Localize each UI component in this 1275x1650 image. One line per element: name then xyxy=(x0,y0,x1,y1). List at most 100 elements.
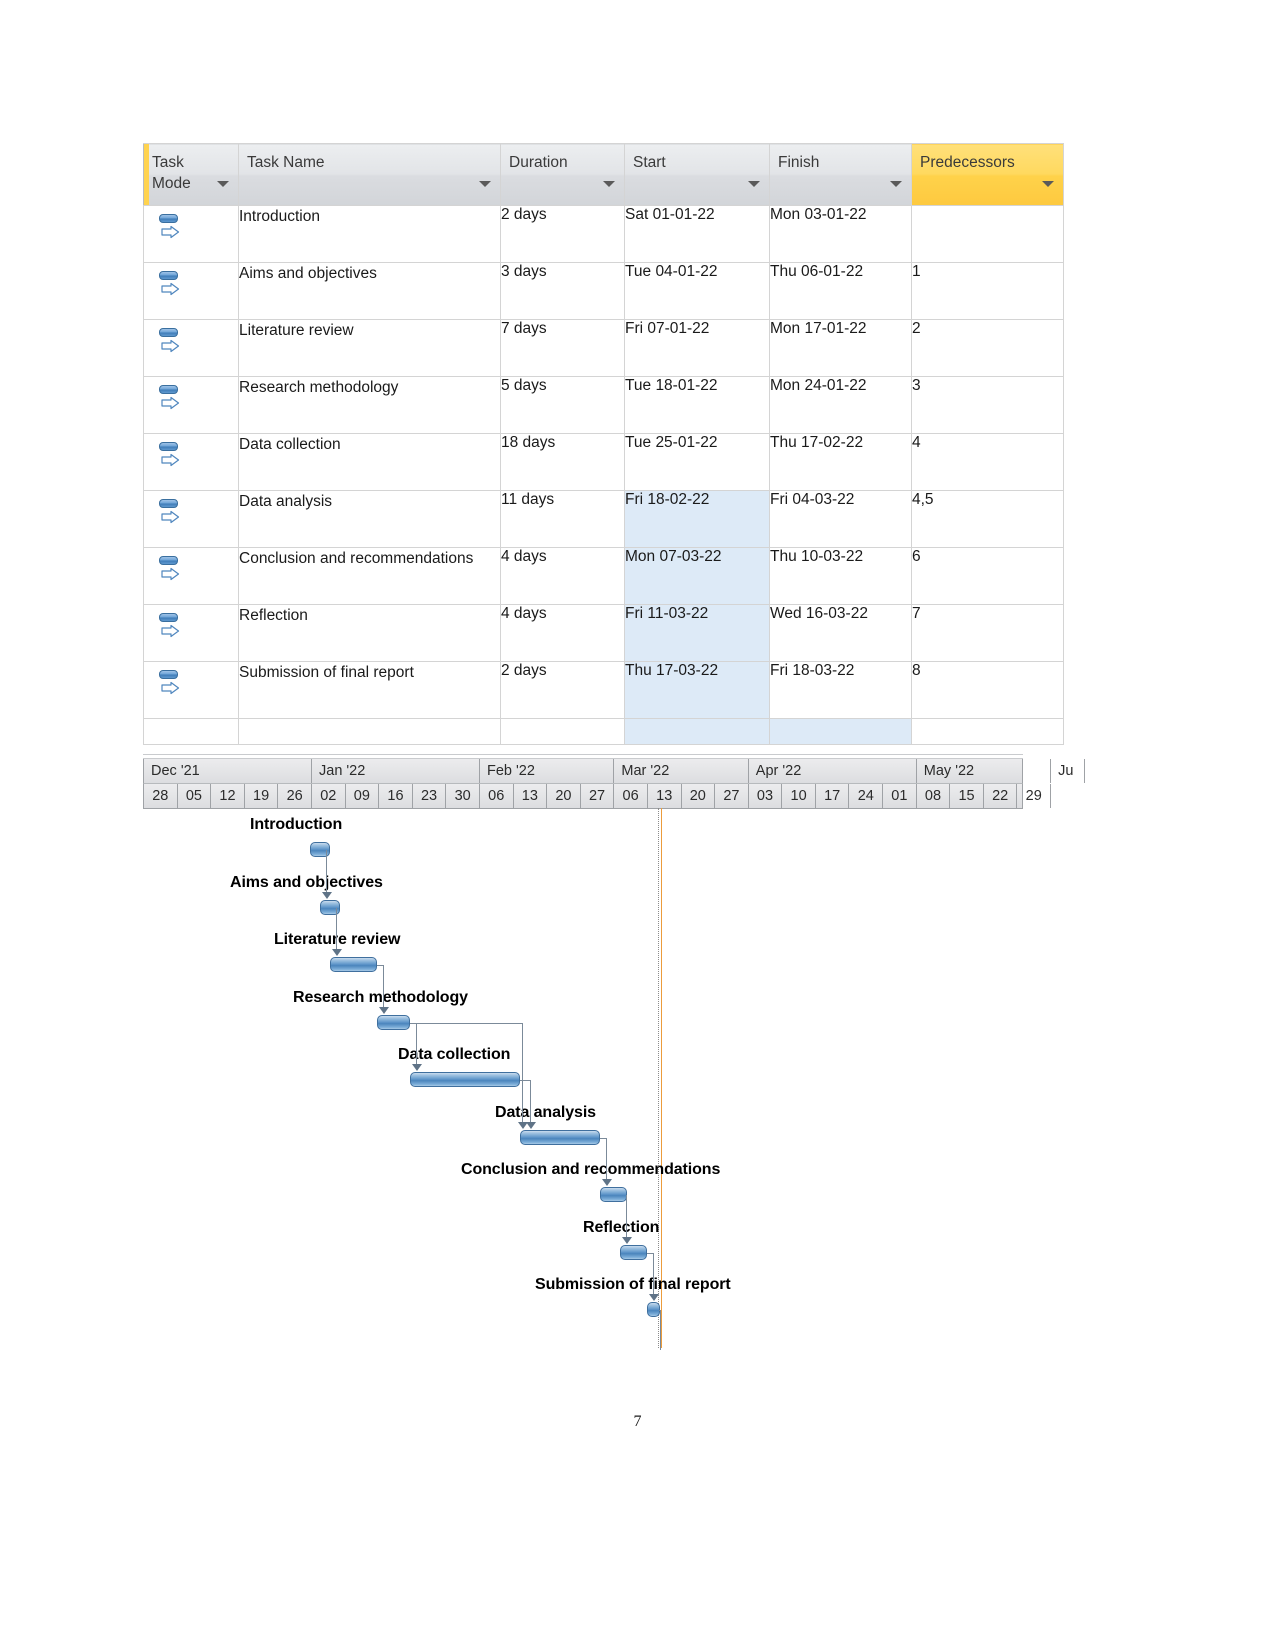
cell-predecessors[interactable]: 1 xyxy=(911,262,1064,320)
cell-finish[interactable]: Thu 17-02-22 xyxy=(769,433,912,491)
cell-duration[interactable]: 11 days xyxy=(500,490,625,548)
cell-task-name[interactable]: Conclusion and recommendations xyxy=(238,547,501,605)
gantt-bar[interactable] xyxy=(600,1187,627,1202)
cell-task-name[interactable]: Reflection xyxy=(238,604,501,662)
cell-predecessors[interactable]: 4,5 xyxy=(911,490,1064,548)
timeline-day: 13 xyxy=(648,784,682,808)
cell-start[interactable]: Sat 01-01-22 xyxy=(624,205,770,263)
column-header-finish-label: Finish xyxy=(778,154,820,171)
cell-duration[interactable]: 4 days xyxy=(500,604,625,662)
cell-duration[interactable]: 3 days xyxy=(500,262,625,320)
cell-task-mode[interactable] xyxy=(143,376,239,434)
gantt-bar[interactable] xyxy=(377,1014,410,1030)
cell-finish[interactable] xyxy=(769,718,912,745)
cell-task-mode[interactable] xyxy=(143,490,239,548)
cell-duration[interactable] xyxy=(500,718,625,745)
cell-task-name[interactable]: Literature review xyxy=(238,319,501,377)
cell-start[interactable]: Thu 17-03-22 xyxy=(624,661,770,719)
gantt-bar-label: Reflection xyxy=(583,1218,660,1236)
cell-task-mode[interactable] xyxy=(143,718,239,745)
cell-task-name[interactable]: Submission of final report xyxy=(238,661,501,719)
gantt-bar[interactable] xyxy=(620,1244,647,1260)
cell-predecessors[interactable]: 2 xyxy=(911,319,1064,377)
dependency-link xyxy=(383,965,384,1008)
gantt-bar-label: Data collection xyxy=(398,1046,511,1063)
table-row[interactable]: Literature review 7 days Fri 07-01-22 Mon 1… xyxy=(143,319,1064,377)
cell-finish[interactable]: Fri 04-03-22 xyxy=(769,490,912,548)
cell-task-mode[interactable] xyxy=(143,547,239,605)
cell-start[interactable]: Fri 07-01-22 xyxy=(624,319,770,377)
cell-task-mode[interactable] xyxy=(143,205,239,263)
table-row[interactable]: Introduction 2 days Sat 01-01-22 Mon 03-01-… xyxy=(143,205,1064,263)
column-header-task-mode[interactable]: Task Mode xyxy=(143,143,239,206)
table-row[interactable]: Research methodology 5 days Tue 18-01-22 Mo… xyxy=(143,376,1064,434)
cell-task-name[interactable]: Data analysis xyxy=(238,490,501,548)
cell-task-name[interactable]: Aims and objectives xyxy=(238,262,501,320)
cell-predecessors[interactable]: 4 xyxy=(911,433,1064,491)
dependency-link xyxy=(606,1137,607,1180)
table-row[interactable]: Data collection 18 days Tue 25-01-22 Thu 17… xyxy=(143,433,1064,491)
cell-predecessors[interactable] xyxy=(911,205,1064,263)
cell-finish[interactable]: Fri 18-03-22 xyxy=(769,661,912,719)
timeline-day: 16 xyxy=(379,784,413,808)
cell-predecessors[interactable]: 7 xyxy=(911,604,1064,662)
column-header-start[interactable]: Start xyxy=(624,143,770,206)
cell-task-name[interactable]: Introduction xyxy=(238,205,501,263)
cell-predecessors[interactable]: 8 xyxy=(911,661,1064,719)
chevron-down-icon[interactable] xyxy=(479,181,491,187)
cell-task-mode[interactable] xyxy=(143,433,239,491)
column-header-finish[interactable]: Finish xyxy=(769,143,912,206)
cell-start[interactable]: Fri 18-02-22 xyxy=(624,490,770,548)
cell-task-name[interactable]: Data collection xyxy=(238,433,501,491)
cell-finish[interactable]: Mon 17-01-22 xyxy=(769,319,912,377)
cell-finish[interactable]: Thu 10-03-22 xyxy=(769,547,912,605)
cell-task-mode[interactable] xyxy=(143,604,239,662)
header-row: Task Mode Task Name Duration Start Finish… xyxy=(143,143,1064,206)
column-header-predecessors[interactable]: Predecessors xyxy=(911,143,1064,206)
gantt-bar[interactable] xyxy=(330,957,377,972)
chevron-down-icon[interactable] xyxy=(217,181,229,187)
cell-predecessors[interactable] xyxy=(911,718,1064,745)
cell-predecessors[interactable]: 6 xyxy=(911,547,1064,605)
cell-duration[interactable]: 5 days xyxy=(500,376,625,434)
gantt-bar[interactable] xyxy=(520,1129,600,1145)
chevron-down-icon[interactable] xyxy=(603,181,615,187)
chevron-down-icon[interactable] xyxy=(748,181,760,187)
cell-start[interactable]: Fri 11-03-22 xyxy=(624,604,770,662)
column-header-duration[interactable]: Duration xyxy=(500,143,625,206)
cell-finish[interactable]: Wed 16-03-22 xyxy=(769,604,912,662)
cell-finish[interactable]: Mon 03-01-22 xyxy=(769,205,912,263)
cell-start[interactable]: Mon 07-03-22 xyxy=(624,547,770,605)
dependency-link xyxy=(336,907,337,950)
gantt-bar[interactable] xyxy=(320,899,340,915)
chevron-down-icon[interactable] xyxy=(1042,181,1054,187)
table-row[interactable]: Aims and objectives 3 days Tue 04-01-22 Thu… xyxy=(143,262,1064,320)
cell-duration[interactable]: 4 days xyxy=(500,547,625,605)
timeline-day: 20 xyxy=(547,784,581,808)
table-row-empty[interactable] xyxy=(143,718,1064,745)
table-row[interactable]: Reflection 4 days Fri 11-03-22 Wed 16-03-22… xyxy=(143,604,1064,662)
gantt-bar[interactable] xyxy=(410,1072,520,1087)
cell-task-mode[interactable] xyxy=(143,661,239,719)
cell-duration[interactable]: 18 days xyxy=(500,433,625,491)
cell-start[interactable]: Tue 25-01-22 xyxy=(624,433,770,491)
chevron-down-icon[interactable] xyxy=(890,181,902,187)
cell-finish[interactable]: Thu 06-01-22 xyxy=(769,262,912,320)
cell-duration[interactable]: 2 days xyxy=(500,205,625,263)
cell-start[interactable] xyxy=(624,718,770,745)
table-row[interactable]: Submission of final report 2 days Thu 17-0… xyxy=(143,661,1064,719)
cell-task-mode[interactable] xyxy=(143,319,239,377)
table-row[interactable]: Conclusion and recommendations 4 days Mon … xyxy=(143,547,1064,605)
table-row[interactable]: Data analysis 11 days Fri 18-02-22 Fri 04-0… xyxy=(143,490,1064,548)
cell-duration[interactable]: 7 days xyxy=(500,319,625,377)
cell-task-mode[interactable] xyxy=(143,262,239,320)
column-header-task-name[interactable]: Task Name xyxy=(238,143,501,206)
cell-start[interactable]: Tue 18-01-22 xyxy=(624,376,770,434)
cell-task-name[interactable]: Research methodology xyxy=(238,376,501,434)
cell-duration[interactable]: 2 days xyxy=(500,661,625,719)
cell-predecessors[interactable]: 3 xyxy=(911,376,1064,434)
cell-task-name[interactable] xyxy=(238,718,501,745)
gantt-bar[interactable] xyxy=(310,842,330,857)
cell-start[interactable]: Tue 04-01-22 xyxy=(624,262,770,320)
cell-finish[interactable]: Mon 24-01-22 xyxy=(769,376,912,434)
